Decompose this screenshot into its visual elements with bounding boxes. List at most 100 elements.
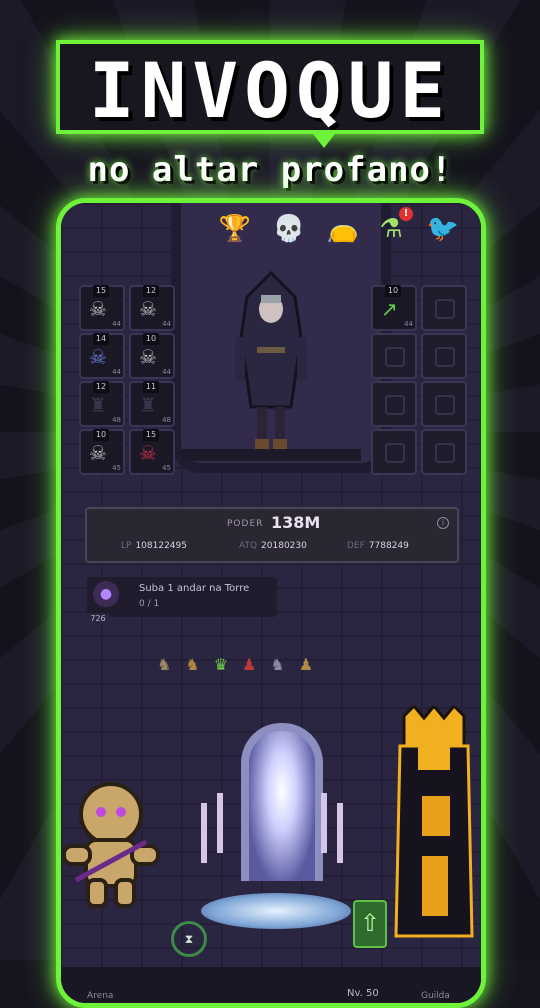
equipment-slot[interactable]: 14 ☠ 44 <box>79 333 125 379</box>
slot-level: 10 <box>385 285 401 297</box>
nav-arena[interactable]: Arena <box>87 991 113 1001</box>
equipment-slot[interactable]: 12 ♜ 48 <box>79 381 125 427</box>
lock-icon <box>385 443 405 463</box>
stone-ledge <box>181 449 361 461</box>
minion-icon: ♟ <box>242 655 257 674</box>
minion-icon: ♞ <box>185 655 200 674</box>
slot-count: 45 <box>112 464 121 472</box>
equipment-slot[interactable]: 10 ☠ 44 <box>129 333 175 379</box>
stat-lp: LP 108122495 <box>121 541 187 551</box>
refresh-cycle-button[interactable]: ⧗ <box>171 921 207 957</box>
quest-reward-count: 726 <box>87 613 109 625</box>
stat-def: DEF 7788249 <box>347 541 409 551</box>
stat-value: 7788249 <box>368 541 409 551</box>
page-title: INVOQUE <box>88 46 452 135</box>
stat-atq: ATQ 20180230 <box>239 541 307 551</box>
summon-portal[interactable] <box>241 723 323 881</box>
stat-key: DEF <box>347 541 365 551</box>
power-value: 138M <box>271 513 321 532</box>
slot-level: 14 <box>93 333 109 345</box>
lock-icon <box>435 443 455 463</box>
candle-icon <box>321 793 327 853</box>
hooded-hero[interactable] <box>221 267 321 457</box>
slot-level: 12 <box>143 285 159 297</box>
nav-level: Nv. 50 <box>347 988 379 999</box>
slot-count: 44 <box>404 320 413 328</box>
skeleton-icon: ☠ <box>89 441 107 465</box>
stat-key: ATQ <box>239 541 258 551</box>
minion-icon: ♟ <box>298 655 314 674</box>
equipment-slot[interactable]: 15 ☠ 45 <box>129 429 175 475</box>
shadow-icon: ♜ <box>139 393 157 417</box>
locked-slot[interactable] <box>421 381 467 427</box>
slot-count: 44 <box>112 368 121 376</box>
equipment-slot[interactable]: 15 ☠ 44 <box>79 285 125 331</box>
trophy-icon[interactable]: 🏆 <box>215 209 255 249</box>
slot-level: 10 <box>93 429 109 441</box>
candle-icon <box>337 803 343 863</box>
trophy-glyph: 🏆 <box>218 214 252 244</box>
minion-icon: ♞ <box>157 655 172 674</box>
raven-icon[interactable]: 🐦 <box>423 209 463 249</box>
slot-count: 44 <box>162 320 171 328</box>
slot-level: 15 <box>93 285 109 297</box>
slot-count: 44 <box>112 320 121 328</box>
skull-glyph: 💀 <box>272 214 306 244</box>
lock-icon <box>435 395 455 415</box>
raven-glyph: 🐦 <box>426 214 460 244</box>
equipment-slot[interactable]: 12 ☠ 44 <box>129 285 175 331</box>
weapon-slot[interactable]: 10 ↗ 44 <box>371 285 417 331</box>
slot-level: 15 <box>143 429 159 441</box>
notification-badge: ! <box>399 207 413 221</box>
voodoo-doll-character <box>62 782 160 908</box>
golden-guard-character <box>394 706 474 938</box>
potion-glyph: ⚗ <box>379 214 403 244</box>
locked-slot[interactable] <box>371 333 417 379</box>
ghost-icon: ☠ <box>89 345 107 369</box>
upgrade-arrow-button[interactable]: ⇧ <box>353 900 387 948</box>
info-button[interactable]: i <box>437 517 449 529</box>
stat-value: 20180230 <box>261 541 307 551</box>
lock-icon <box>435 299 455 319</box>
stat-key: LP <box>121 541 132 551</box>
slot-count: 44 <box>162 368 171 376</box>
candle-icon <box>217 793 223 853</box>
potion-icon[interactable]: ⚗ ! <box>371 207 413 249</box>
locked-slot[interactable] <box>371 429 417 475</box>
locked-slot[interactable] <box>371 381 417 427</box>
power-label: PODER <box>227 519 264 529</box>
title-banner: INVOQUE <box>56 40 484 148</box>
loot-bag-glyph: 👝 <box>326 214 360 244</box>
locked-slot[interactable] <box>421 333 467 379</box>
nav-guild[interactable]: Guilda <box>421 991 450 1001</box>
locked-slot[interactable] <box>421 285 467 331</box>
minion-row: ♞ ♞ ♛ ♟ ♞ ♟ <box>157 655 313 674</box>
skeleton-icon: ☠ <box>139 297 157 321</box>
candle-icon <box>201 803 207 863</box>
slot-level: 10 <box>143 333 159 345</box>
lock-icon <box>385 395 405 415</box>
quest-card[interactable]: ● Suba 1 andar na Torre 0 / 1 <box>87 577 277 617</box>
minion-icon: ♞ <box>270 655 285 674</box>
page-subtitle: no altar profano! <box>87 150 453 190</box>
lock-icon <box>385 347 405 367</box>
shadow-icon: ♜ <box>89 393 107 417</box>
minion-icon: ♛ <box>213 655 229 674</box>
slot-level: 11 <box>143 381 159 393</box>
stat-value: 108122495 <box>135 541 187 551</box>
skull-icon[interactable]: 💀 <box>269 209 309 249</box>
loot-bag-icon[interactable]: 👝 <box>323 209 363 249</box>
vampire-icon: ☠ <box>139 441 157 465</box>
spear-icon: ↗ <box>381 297 398 321</box>
power-panel: PODER 138M i LP 108122495 ATQ 20180230 DEF… <box>85 507 459 563</box>
quest-text: Suba 1 andar na Torre <box>139 583 250 594</box>
altar-base <box>201 893 351 929</box>
slot-level: 12 <box>93 381 109 393</box>
slot-count: 45 <box>162 464 171 472</box>
equipment-slot[interactable]: 11 ♜ 48 <box>129 381 175 427</box>
bottom-nav: Arena Nv. 50 Guilda <box>61 967 481 1003</box>
slot-count: 48 <box>112 416 121 424</box>
equipment-slot[interactable]: 10 ☠ 45 <box>79 429 125 475</box>
locked-slot[interactable] <box>421 429 467 475</box>
lock-icon <box>435 347 455 367</box>
